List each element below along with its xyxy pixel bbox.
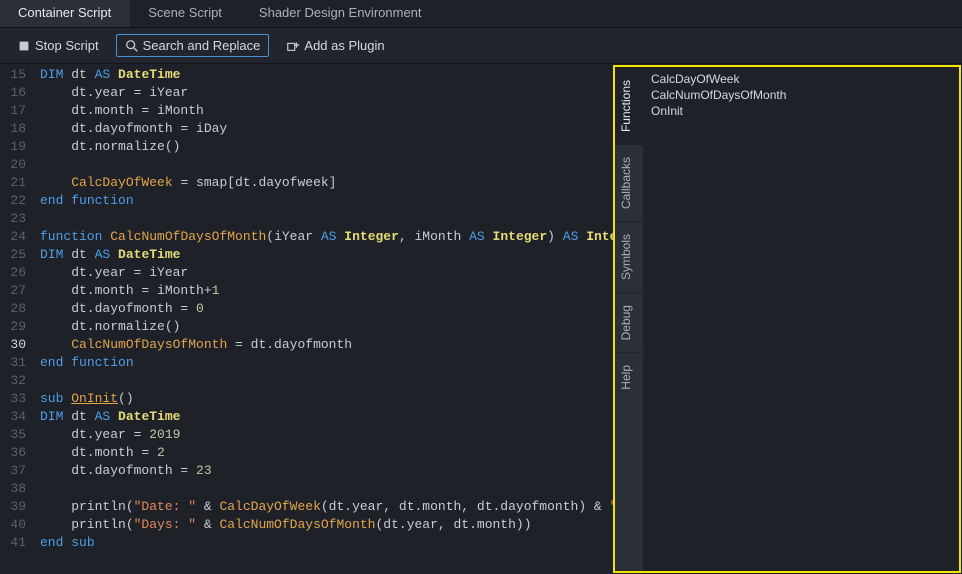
tab-container-script[interactable]: Container Script	[0, 0, 130, 27]
line-number: 30	[4, 336, 26, 354]
sidetab-symbols[interactable]: Symbols	[615, 221, 643, 292]
code-line[interactable]	[40, 210, 613, 228]
code-line[interactable]	[40, 372, 613, 390]
stop-icon	[17, 39, 31, 53]
code-line[interactable]: dt.year = 2019	[40, 426, 613, 444]
code-line[interactable]: dt.month = iMonth	[40, 102, 613, 120]
code-content[interactable]: DIM dt AS DateTime dt.year = iYear dt.mo…	[34, 64, 613, 574]
code-line[interactable]: dt.dayofmonth = 0	[40, 300, 613, 318]
line-number: 21	[4, 174, 26, 192]
line-number: 18	[4, 120, 26, 138]
line-number: 37	[4, 462, 26, 480]
stop-script-button[interactable]: Stop Script	[8, 34, 108, 57]
line-number: 22	[4, 192, 26, 210]
code-line[interactable]: DIM dt AS DateTime	[40, 246, 613, 264]
code-line[interactable]: CalcNumOfDaysOfMonth = dt.dayofmonth	[40, 336, 613, 354]
code-line[interactable]: end function	[40, 354, 613, 372]
line-number: 39	[4, 498, 26, 516]
line-number: 29	[4, 318, 26, 336]
code-line[interactable]: CalcDayOfWeek = smap[dt.dayofweek]	[40, 174, 613, 192]
function-list-item[interactable]: OnInit	[651, 103, 951, 119]
plugin-icon	[286, 39, 300, 53]
side-tab-strip: Functions Callbacks Symbols Debug Help	[615, 67, 643, 571]
code-line[interactable]: dt.normalize()	[40, 318, 613, 336]
search-replace-button[interactable]: Search and Replace	[116, 34, 270, 57]
tab-scene-script[interactable]: Scene Script	[130, 0, 241, 27]
code-line[interactable]: function CalcNumOfDaysOfMonth(iYear AS I…	[40, 228, 613, 246]
search-replace-label: Search and Replace	[143, 38, 261, 53]
code-line[interactable]: sub OnInit()	[40, 390, 613, 408]
stop-script-label: Stop Script	[35, 38, 99, 53]
sidetab-callbacks[interactable]: Callbacks	[615, 144, 643, 221]
code-line[interactable]: println("Date: " & CalcDayOfWeek(dt.year…	[40, 498, 613, 516]
line-number: 32	[4, 372, 26, 390]
code-line[interactable]	[40, 156, 613, 174]
line-number: 40	[4, 516, 26, 534]
function-list: CalcDayOfWeekCalcNumOfDaysOfMonthOnInit	[643, 67, 959, 571]
add-plugin-label: Add as Plugin	[304, 38, 384, 53]
line-number: 20	[4, 156, 26, 174]
code-line[interactable]: dt.year = iYear	[40, 264, 613, 282]
side-panel: Functions Callbacks Symbols Debug Help C…	[613, 65, 961, 573]
line-number: 16	[4, 84, 26, 102]
tab-shader-env[interactable]: Shader Design Environment	[241, 0, 441, 27]
line-number: 27	[4, 282, 26, 300]
line-number: 17	[4, 102, 26, 120]
code-line[interactable]: end sub	[40, 534, 613, 552]
sidetab-functions[interactable]: Functions	[615, 67, 643, 144]
code-line[interactable]: dt.dayofmonth = iDay	[40, 120, 613, 138]
line-number: 24	[4, 228, 26, 246]
top-tab-bar: Container Script Scene Script Shader Des…	[0, 0, 962, 28]
line-number: 19	[4, 138, 26, 156]
sidetab-help[interactable]: Help	[615, 352, 643, 402]
code-line[interactable]: dt.month = iMonth+1	[40, 282, 613, 300]
line-number: 35	[4, 426, 26, 444]
line-number: 26	[4, 264, 26, 282]
code-line[interactable]: dt.dayofmonth = 23	[40, 462, 613, 480]
sidetab-debug[interactable]: Debug	[615, 292, 643, 352]
function-list-item[interactable]: CalcDayOfWeek	[651, 71, 951, 87]
code-line[interactable]: println("Days: " & CalcNumOfDaysOfMonth(…	[40, 516, 613, 534]
function-list-item[interactable]: CalcNumOfDaysOfMonth	[651, 87, 951, 103]
code-line[interactable]: DIM dt AS DateTime	[40, 408, 613, 426]
main-area: 1516171819202122232425262728293031323334…	[0, 64, 962, 574]
line-gutter: 1516171819202122232425262728293031323334…	[0, 64, 34, 574]
line-number: 15	[4, 66, 26, 84]
add-plugin-button[interactable]: Add as Plugin	[277, 34, 393, 57]
line-number: 34	[4, 408, 26, 426]
code-editor[interactable]: 1516171819202122232425262728293031323334…	[0, 64, 613, 574]
line-number: 28	[4, 300, 26, 318]
code-line[interactable]: dt.year = iYear	[40, 84, 613, 102]
line-number: 38	[4, 480, 26, 498]
line-number: 23	[4, 210, 26, 228]
line-number: 31	[4, 354, 26, 372]
code-line[interactable]: end function	[40, 192, 613, 210]
line-number: 36	[4, 444, 26, 462]
code-line[interactable]: DIM dt AS DateTime	[40, 66, 613, 84]
line-number: 25	[4, 246, 26, 264]
line-number: 41	[4, 534, 26, 552]
code-line[interactable]: dt.normalize()	[40, 138, 613, 156]
code-line[interactable]	[40, 480, 613, 498]
code-line[interactable]: dt.month = 2	[40, 444, 613, 462]
toolbar: Stop Script Search and Replace Add as Pl…	[0, 28, 962, 64]
search-icon	[125, 39, 139, 53]
line-number: 33	[4, 390, 26, 408]
